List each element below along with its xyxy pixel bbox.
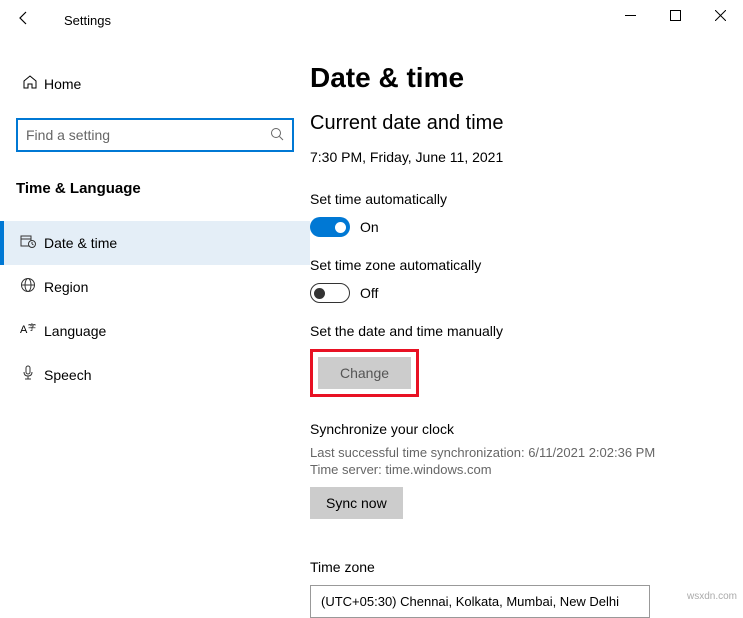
search-input[interactable]	[26, 127, 270, 143]
page-heading: Date & time	[310, 62, 743, 94]
sidebar: Home Time & Language Date & time Region …	[0, 40, 310, 606]
nav-speech[interactable]: Speech	[0, 353, 310, 397]
auto-time-toggle[interactable]	[310, 217, 350, 237]
category-heading: Time & Language	[14, 180, 310, 197]
nav-label: Speech	[44, 367, 91, 383]
close-button[interactable]	[698, 0, 743, 30]
highlight-annotation: Change	[310, 349, 419, 397]
svg-text:A: A	[20, 324, 28, 336]
timezone-label: Time zone	[310, 559, 743, 575]
window-title: Settings	[64, 13, 111, 28]
current-datetime-value: 7:30 PM, Friday, June 11, 2021	[310, 149, 743, 165]
change-button[interactable]: Change	[318, 357, 411, 389]
calendar-clock-icon	[10, 233, 44, 254]
titlebar: Settings	[0, 0, 743, 40]
home-label: Home	[44, 76, 81, 92]
back-button[interactable]	[16, 10, 48, 31]
auto-tz-label: Set time zone automatically	[310, 257, 743, 273]
home-link[interactable]: Home	[14, 70, 310, 98]
search-box[interactable]	[16, 118, 294, 152]
nav-date-time[interactable]: Date & time	[0, 221, 310, 265]
timezone-select[interactable]: (UTC+05:30) Chennai, Kolkata, Mumbai, Ne…	[310, 585, 650, 618]
search-icon	[270, 127, 284, 144]
auto-time-label: Set time automatically	[310, 191, 743, 207]
manual-set-label: Set the date and time manually	[310, 323, 743, 339]
window-controls	[608, 0, 743, 30]
current-datetime-label: Current date and time	[310, 112, 743, 135]
sync-last-info: Last successful time synchronization: 6/…	[310, 445, 743, 460]
maximize-button[interactable]	[653, 0, 698, 30]
sync-now-button[interactable]: Sync now	[310, 487, 403, 519]
auto-tz-toggle[interactable]	[310, 283, 350, 303]
language-icon: A字	[10, 321, 44, 342]
nav-region[interactable]: Region	[0, 265, 310, 309]
minimize-button[interactable]	[608, 0, 653, 30]
nav-language[interactable]: A字 Language	[0, 309, 310, 353]
auto-tz-state: Off	[360, 285, 378, 301]
globe-icon	[10, 277, 44, 298]
nav-label: Region	[44, 279, 88, 295]
nav-label: Language	[44, 323, 106, 339]
content-pane: Date & time Current date and time 7:30 P…	[310, 40, 743, 606]
sync-server-info: Time server: time.windows.com	[310, 462, 743, 477]
sync-title: Synchronize your clock	[310, 421, 743, 437]
watermark: wsxdn.com	[687, 591, 737, 602]
nav-label: Date & time	[44, 235, 117, 251]
microphone-icon	[10, 365, 44, 386]
auto-time-state: On	[360, 219, 379, 235]
svg-text:字: 字	[28, 322, 36, 332]
home-icon	[22, 74, 44, 94]
